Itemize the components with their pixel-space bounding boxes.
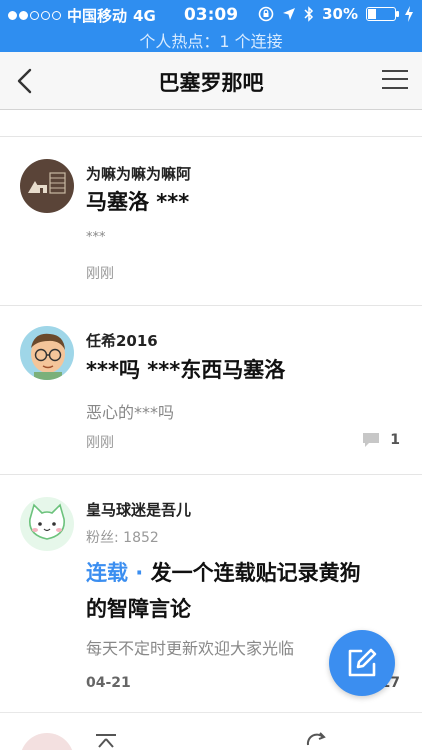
rotation-lock-icon — [258, 6, 274, 22]
username[interactable]: 为嘛为嘛为嘛阿 — [86, 163, 191, 184]
post-excerpt: 每天不定时更新欢迎大家光临 — [86, 639, 295, 658]
serial-tag[interactable]: 连载 — [86, 561, 128, 585]
status-bar: 中国移动 4G 03:09 30% 个人热点：1 个连接 — [0, 0, 422, 52]
username[interactable]: 任希2016 — [86, 330, 158, 351]
house-picture-icon — [28, 172, 66, 194]
post-title[interactable]: ***吗 ***东西马塞洛 — [86, 352, 402, 388]
avatar[interactable] — [20, 497, 74, 551]
cartoon-cat-icon — [29, 503, 65, 540]
post-excerpt: 恶心的***吗 — [86, 403, 175, 422]
post-time: 04-21 — [86, 675, 131, 691]
post-time: 刚刚 — [86, 435, 114, 451]
post-title[interactable]: 连载 · 发一个连载贴记录黄狗 的智障言论 — [86, 555, 402, 627]
list-item[interactable]: 任希2016 ***吗 ***东西马塞洛 恶心的***吗 刚刚 1 — [0, 306, 422, 474]
battery-percent: 30% — [322, 5, 358, 23]
page-title: 巴塞罗那吧 — [158, 71, 264, 95]
location-icon — [283, 8, 296, 20]
post-time: 刚刚 — [86, 266, 114, 282]
username[interactable]: 皇马球迷是吾儿 — [86, 499, 191, 520]
charging-icon — [405, 6, 413, 22]
comment-icon — [363, 433, 380, 447]
comment-count[interactable]: 1 — [362, 432, 400, 448]
bottom-toolbar — [0, 712, 422, 750]
bluetooth-icon — [304, 6, 314, 22]
hotspot-banner[interactable]: 个人热点：1 个连接 — [0, 28, 422, 52]
menu-button[interactable] — [382, 68, 408, 90]
list-item[interactable]: 为嘛为嘛为嘛阿 马塞洛 *** *** 刚刚 — [0, 137, 422, 305]
tag-separator: · — [128, 561, 151, 585]
compose-icon — [348, 648, 377, 677]
avatar[interactable] — [20, 159, 74, 213]
fan-count: 粉丝: 1852 — [86, 530, 159, 546]
back-to-top-icon[interactable] — [94, 733, 118, 750]
post-title-line2: 的智障言论 — [86, 597, 191, 621]
compose-button[interactable] — [329, 630, 395, 696]
avatar[interactable] — [20, 326, 74, 380]
battery-icon — [366, 7, 399, 21]
nav-bar: 巴塞罗那吧 — [0, 52, 422, 110]
post-excerpt: *** — [86, 230, 106, 245]
comment-count-value: 1 — [390, 432, 400, 448]
cartoon-face-icon — [31, 333, 65, 380]
avatar[interactable] — [20, 733, 74, 750]
post-title[interactable]: 马塞洛 *** — [86, 184, 402, 220]
post-title-line1: 发一个连载贴记录黄狗 — [150, 561, 361, 585]
refresh-icon[interactable] — [304, 731, 328, 750]
